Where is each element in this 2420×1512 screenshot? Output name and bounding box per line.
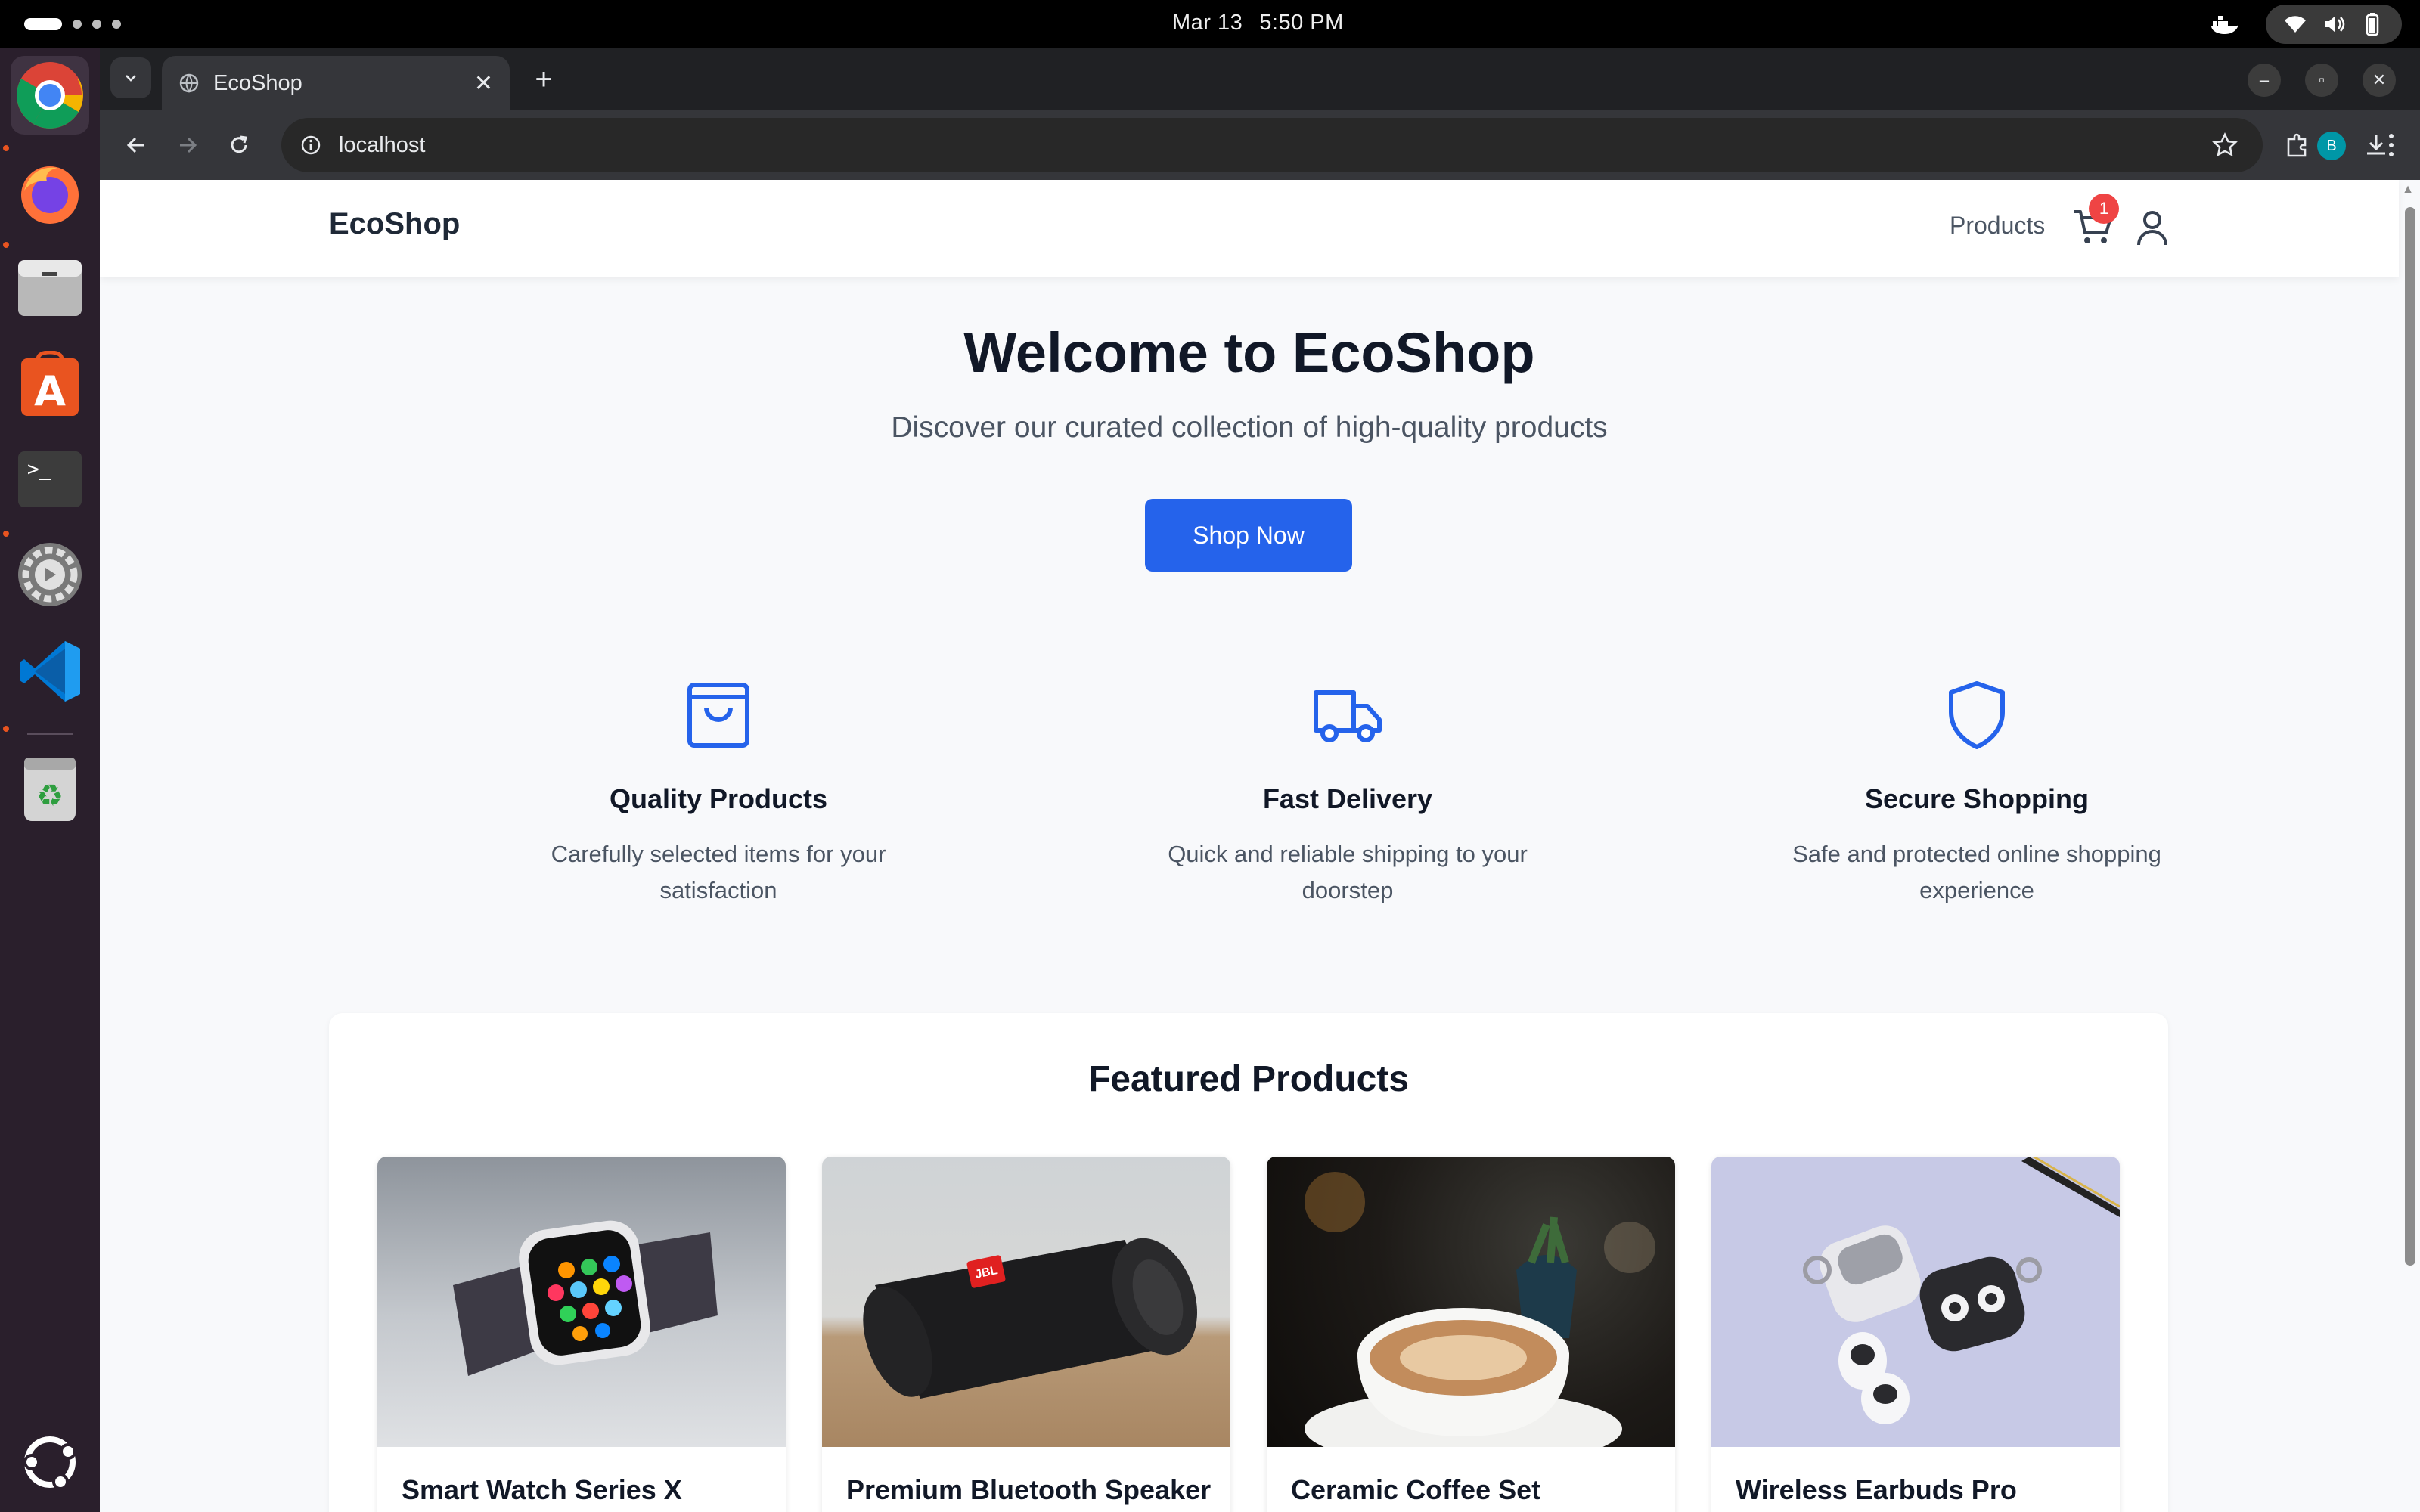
feature-description: Quick and reliable shipping to your door… [1168,841,1528,903]
feature-secure: Secure Shopping Safe and protected onlin… [1674,679,2279,909]
site-header: EcoShop Products 1 [100,180,2399,277]
feature-title: Fast Delivery [1262,783,1433,814]
url-text: localhost [339,132,426,157]
running-indicator [3,242,9,248]
clock-time: 5:50 PM [1259,11,1344,35]
system-top-bar: Mar 13 5:50 PM [0,0,2420,48]
product-card[interactable]: Wireless Earbuds Pro [1711,1157,2120,1512]
reload-button[interactable] [219,125,259,165]
ubuntu-dock: A >_ ♻ [0,48,100,1512]
feature-title: Secure Shopping [1864,783,2090,814]
extensions-button[interactable] [2278,125,2317,165]
files-icon[interactable] [11,249,89,328]
browser-toolbar: localhost B [100,110,2420,180]
back-button[interactable] [116,125,156,165]
vscode-icon[interactable] [11,632,89,711]
page-scrollbar[interactable] [2405,207,2415,1266]
workspace-indicator [112,20,121,29]
product-image-earbuds[interactable] [1711,1157,2120,1447]
workspace-indicator [73,20,82,29]
kebab-menu-icon [2389,134,2394,156]
battery-icon [2366,13,2378,36]
bookmark-star-icon[interactable] [2211,132,2238,159]
close-window-button[interactable]: ✕ [2363,64,2396,97]
product-image-coffee-set[interactable] [1267,1157,1675,1447]
feature-title: Quality Products [609,783,828,814]
featured-products-section: Featured Products Smart Watch Series X J… [329,1013,2168,1512]
chevron-down-icon [126,75,136,82]
feature-delivery: Fast Delivery Quick and reliable shippin… [1045,679,1650,909]
truck-icon [1314,690,1382,742]
puzzle-icon [2287,133,2307,157]
reload-icon [231,135,247,153]
show-apps-icon[interactable] [11,1423,89,1501]
workspace-indicator [92,20,101,29]
hero-title: Welcome to EcoShop [963,321,1535,384]
running-indicator [3,145,9,151]
product-card[interactable]: Smart Watch Series X [377,1157,786,1512]
scroll-up-arrow-icon[interactable]: ▲ [2402,183,2414,197]
clock-date: Mar 13 [1172,11,1243,35]
tab-title: EcoShop [213,70,302,95]
arrow-left-icon [126,137,144,153]
feature-description: Carefully selected items for your satisf… [551,841,886,903]
product-image-smart-watch[interactable] [377,1157,786,1447]
nav-link-products[interactable]: Products [1950,212,2045,240]
address-bar[interactable]: localhost [281,118,2263,172]
forward-button[interactable] [168,125,207,165]
product-name[interactable]: Smart Watch Series X [402,1474,682,1506]
page-viewport[interactable]: ▲ EcoShop Products 1 Welcome to EcoShop … [100,180,2420,1512]
shield-icon [1949,681,2005,749]
workspace-active-indicator [24,18,62,30]
dock-separator [27,733,73,735]
svg-text:A: A [34,367,66,415]
running-indicator [3,531,9,537]
wifi-icon [2285,16,2307,33]
hero-subtitle: Discover our curated collection of high-… [891,411,1608,444]
trash-icon[interactable]: ♻ [11,748,89,827]
product-image-bluetooth-speaker[interactable]: JBL [822,1157,1230,1447]
cart-count-badge: 1 [2089,194,2119,224]
shop-now-button[interactable]: Shop Now [1145,499,1352,572]
site-logo[interactable]: EcoShop [329,207,460,241]
feature-quality: Quality Products Carefully selected item… [416,679,1021,909]
restore-button[interactable]: ▫ [2305,64,2338,97]
minimize-button[interactable]: – [2248,64,2281,97]
system-status-menu[interactable] [2266,5,2402,44]
globe-icon [179,73,199,93]
docker-icon[interactable] [2210,11,2240,38]
feature-description: Safe and protected online shopping exper… [1792,841,2161,903]
chrome-icon[interactable] [11,56,89,135]
svg-text:>_: >_ [27,458,51,481]
tab-search-button[interactable] [110,57,151,98]
product-name[interactable]: Ceramic Coffee Set [1291,1474,1540,1506]
product-name[interactable]: Wireless Earbuds Pro [1736,1474,2017,1506]
volume-icon [2324,16,2345,33]
new-tab-button[interactable]: + [523,59,564,100]
tab-ecoshop[interactable]: EcoShop ✕ [162,56,510,110]
app-center-icon[interactable]: A [11,345,89,423]
section-title: Featured Products [1087,1059,1410,1099]
shopping-bag-icon [687,683,749,748]
tab-strip: EcoShop ✕ + – ▫ ✕ [100,48,2420,110]
firefox-icon[interactable] [11,154,89,233]
running-indicator [3,726,9,732]
user-icon[interactable] [2131,207,2173,249]
activities-indicator[interactable] [24,18,121,30]
settings-icon[interactable] [11,535,89,614]
browser-window: EcoShop ✕ + – ▫ ✕ localhost B ▲ EcoShop … [100,48,2420,1512]
svg-text:♻: ♻ [36,779,64,813]
profile-avatar[interactable]: B [2317,132,2346,160]
product-name[interactable]: Premium Bluetooth Speaker [846,1474,1211,1506]
terminal-icon[interactable]: >_ [11,440,89,519]
arrow-right-icon [180,137,197,153]
product-card[interactable]: Ceramic Coffee Set [1267,1157,1675,1512]
clock[interactable]: Mar 13 5:50 PM [1172,11,1344,36]
product-card[interactable]: JBL Premium Bluetooth Speaker [822,1157,1230,1512]
site-info-icon[interactable] [299,134,322,156]
chrome-menu-button[interactable] [2376,125,2406,165]
close-tab-icon[interactable]: ✕ [474,70,493,97]
